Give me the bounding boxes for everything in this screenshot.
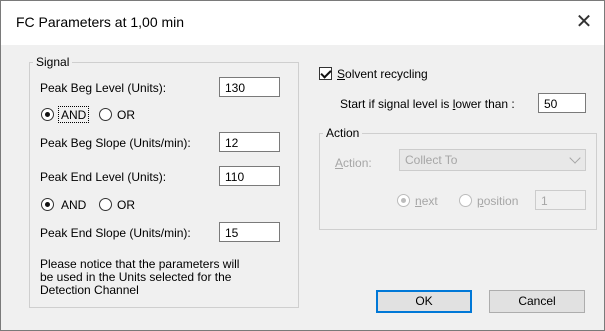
ok-button[interactable]: OK [376, 290, 472, 313]
action-label: Action: [335, 156, 372, 170]
peak-end-level-input[interactable]: 110 [219, 166, 280, 186]
peak-beg-level-input[interactable]: 130 [219, 77, 280, 97]
action-group [319, 133, 597, 230]
notice-line-3: Detection Channel [40, 283, 139, 297]
peak-end-slope-input[interactable]: 15 [219, 222, 280, 242]
solvent-recycling-label-rest: olvent recycling [345, 67, 428, 81]
cancel-button[interactable]: Cancel [489, 290, 585, 313]
position-hotkey: p [477, 194, 484, 208]
next-label[interactable]: next [415, 194, 438, 208]
logic1-and-radio[interactable] [41, 108, 54, 121]
logic1-or-radio[interactable] [99, 108, 112, 121]
action-label-rest: ction: [343, 156, 372, 170]
position-label-rest: osition [483, 194, 519, 208]
action-hotkey: A [335, 156, 344, 170]
next-label-rest: ext [421, 194, 438, 208]
next-hotkey: n [415, 194, 422, 208]
notice-line-2: be used in the Units selected for the [40, 270, 232, 284]
fc-parameters-dialog: FC Parameters at 1,00 min ✕ Signal Peak … [0, 0, 605, 331]
logic2-or-radio[interactable] [99, 198, 112, 211]
start-threshold-label-b: ower than : [455, 97, 515, 111]
solvent-recycling-label[interactable]: Solvent recycling [337, 67, 428, 81]
window-title: FC Parameters at 1,00 min [16, 14, 185, 30]
start-threshold-label-a: Start if signal level is [340, 97, 453, 111]
peak-beg-level-label: Peak Beg Level (Units): [40, 81, 167, 95]
logic2-and-label[interactable]: AND [61, 198, 86, 212]
chevron-down-icon [569, 152, 581, 164]
logic1-or-label[interactable]: OR [117, 108, 135, 122]
logic2-and-radio[interactable] [41, 198, 54, 211]
action-dropdown-value: Collect To [405, 153, 458, 167]
action-group-legend: Action [323, 126, 363, 140]
peak-beg-slope-label: Peak Beg Slope (Units/min): [40, 136, 191, 150]
notice-line-1: Please notice that the parameters will [40, 257, 240, 271]
title-bar: FC Parameters at 1,00 min ✕ [1, 1, 604, 45]
peak-beg-slope-input[interactable]: 12 [219, 132, 280, 152]
start-threshold-input[interactable]: 50 [538, 93, 586, 113]
position-label[interactable]: position [477, 194, 518, 208]
action-dropdown[interactable]: Collect To [399, 149, 586, 171]
solvent-recycling-hotkey: S [337, 67, 346, 81]
logic2-or-label[interactable]: OR [117, 198, 135, 212]
peak-end-slope-label: Peak End Slope (Units/min): [40, 226, 191, 240]
close-icon[interactable]: ✕ [570, 9, 598, 35]
signal-group-legend: Signal [33, 55, 73, 69]
logic1-and-label[interactable]: AND [61, 108, 86, 122]
start-threshold-label: Start if signal level is lower than : [340, 97, 515, 111]
solvent-recycling-checkbox[interactable] [319, 67, 332, 80]
next-radio[interactable] [397, 194, 410, 207]
peak-end-level-label: Peak End Level (Units): [40, 170, 167, 184]
position-input[interactable]: 1 [535, 190, 586, 210]
position-radio[interactable] [459, 194, 472, 207]
